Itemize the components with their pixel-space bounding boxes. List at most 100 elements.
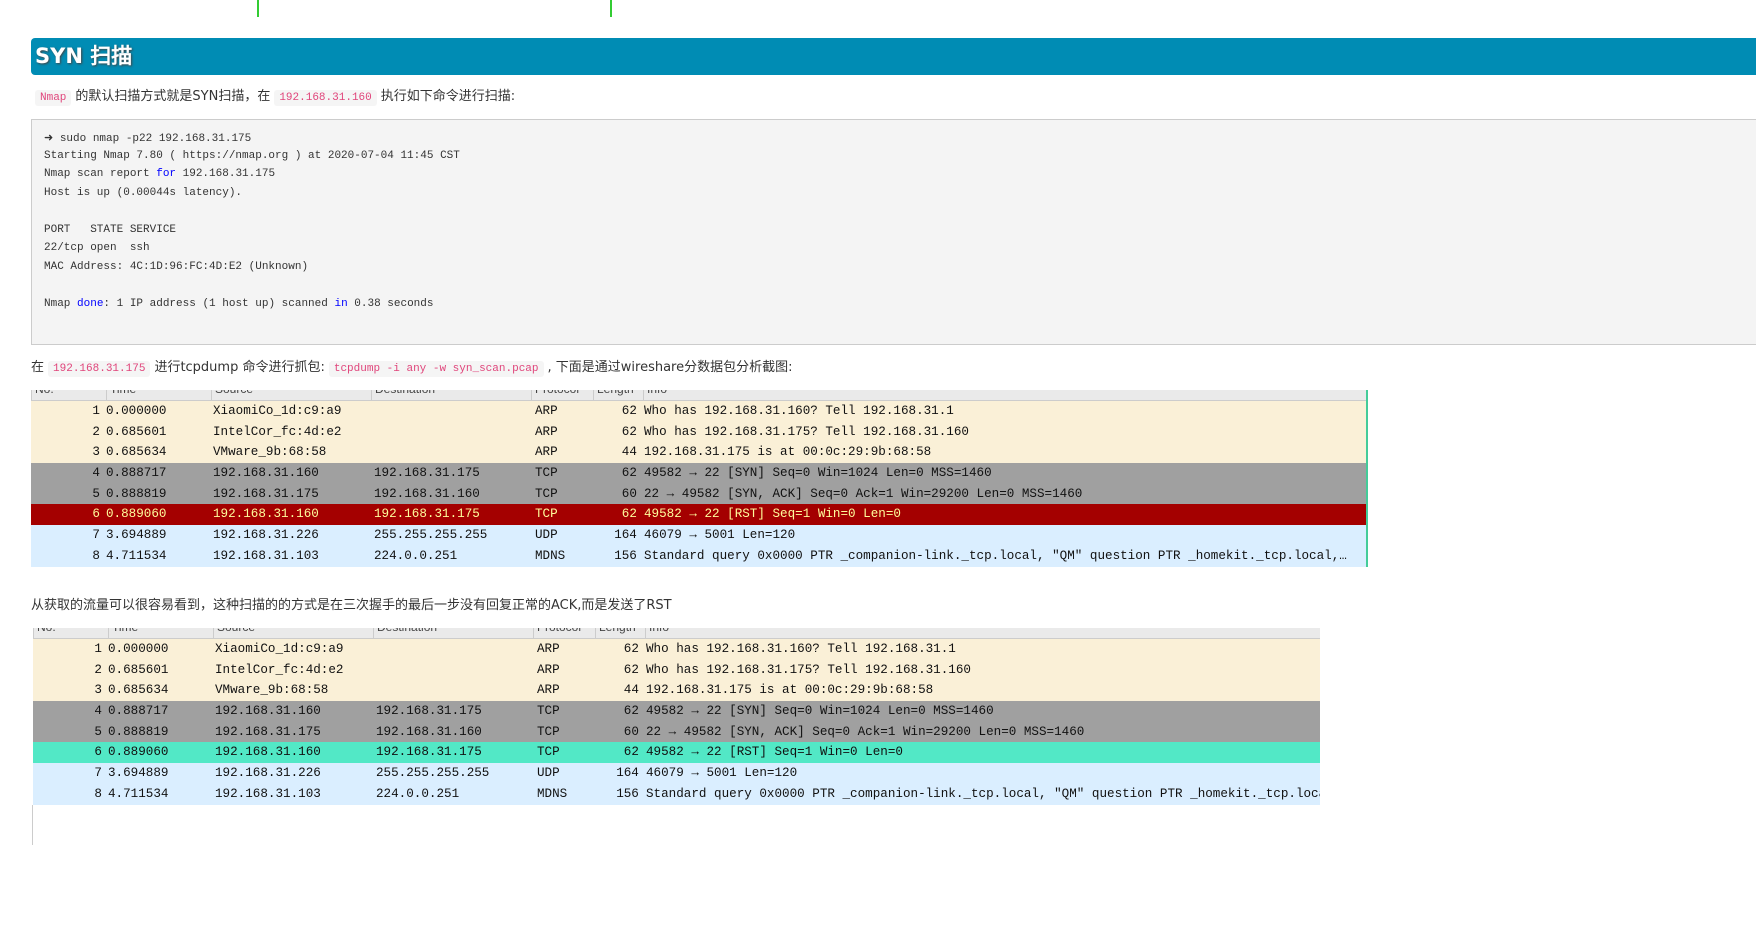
cell-src: 192.168.31.160	[213, 507, 319, 522]
cell-no: 7	[92, 528, 100, 543]
column-header[interactable]: Length	[593, 390, 634, 400]
cell-info: Who has 192.168.31.175? Tell 192.168.31.…	[644, 424, 969, 439]
packet-row[interactable]: 3 0.685634 VMware_9b:68:58 ARP 44 192.168.31.…	[33, 680, 1320, 702]
code-line: ➜ sudo nmap -p22 192.168.31.175	[44, 133, 252, 145]
cell-src: IntelCor_fc:4d:e2	[213, 424, 342, 439]
cell-info: Who has 192.168.31.160? Tell 192.168.31.…	[644, 404, 954, 418]
code-line: 22/tcp open ssh	[44, 242, 150, 254]
packet-row[interactable]: 6 0.889060 192.168.31.160 192.168.31.175 TCP…	[33, 742, 1320, 764]
packet-row[interactable]: 5 0.888819 192.168.31.175 192.168.31.160 TCP…	[31, 483, 1366, 505]
cell-src: 192.168.31.226	[213, 528, 319, 543]
code-line: MAC Address: 4C:1D:96:FC:4D:E2 (Unknown)	[44, 260, 309, 273]
cell-src: XiaomiCo_1d:c9:a9	[213, 404, 342, 418]
column-header[interactable]: Destination	[371, 390, 435, 400]
column-header[interactable]: Info	[645, 628, 669, 638]
packet-row[interactable]: 3 0.685634 VMware_9b:68:58 ARP 44 192.168.31.…	[31, 442, 1366, 464]
cell-len: 44	[623, 683, 639, 698]
text: 的默认扫描方式就是SYN扫描，在	[75, 89, 271, 104]
cell-time: 3.694889	[106, 528, 167, 543]
cell-proto: TCP	[535, 507, 558, 522]
cell-time: 0.889060	[106, 507, 167, 522]
cell-no: 3	[94, 683, 102, 698]
packet-row[interactable]: 4 0.888717 192.168.31.160 192.168.31.175 TCP…	[33, 701, 1320, 722]
cell-len: 44	[621, 445, 637, 460]
cell-src: 192.168.31.103	[213, 548, 319, 563]
inline-code: 192.168.31.160	[274, 90, 377, 106]
packet-row[interactable]: 8 4.711534 192.168.31.103 224.0.0.251 MDNS 15…	[33, 783, 1320, 805]
column-header[interactable]: No.	[31, 390, 54, 400]
cell-no: 7	[94, 766, 102, 781]
cell-time: 0.685601	[106, 424, 167, 439]
column-header[interactable]: Info	[643, 390, 667, 400]
packet-row[interactable]: 2 0.685601 IntelCor_fc:4d:e2 ARP 62 Who has 1…	[31, 421, 1366, 443]
cell-dst: 192.168.31.160	[376, 724, 482, 739]
packet-row[interactable]: 2 0.685601 IntelCor_fc:4d:e2 ARP 62 Who has 1…	[33, 659, 1320, 681]
cell-time: 0.889060	[108, 745, 169, 760]
column-header[interactable]: Source	[211, 390, 253, 400]
cell-info: Who has 192.168.31.160? Tell 192.168.31.…	[646, 642, 956, 656]
cell-no: 5	[94, 724, 102, 739]
cell-no: 6	[92, 507, 100, 522]
cell-src: 192.168.31.175	[215, 724, 321, 739]
cell-info: 49582 → 22 [SYN] Seq=0 Win=1024 Len=0 MS…	[646, 704, 994, 719]
cell-time: 0.000000	[108, 642, 169, 656]
cell-no: 8	[92, 548, 100, 563]
column-header-row: No. Time Source Destination Protocol Length In…	[31, 390, 1366, 401]
cell-src: IntelCor_fc:4d:e2	[215, 662, 344, 677]
column-header[interactable]: Protocol	[533, 628, 581, 638]
cell-src: VMware_9b:68:58	[213, 445, 327, 460]
cell-no: 4	[92, 466, 100, 481]
cell-no: 3	[92, 445, 100, 460]
cell-dst: 255.255.255.255	[376, 766, 490, 781]
cell-src: 192.168.31.226	[215, 766, 321, 781]
cell-len: 62	[623, 704, 639, 719]
cell-info: 46079 → 5001 Len=120	[646, 766, 798, 781]
packet-row[interactable]: 1 0.000000 XiaomiCo_1d:c9:a9 ARP 62 Who has 1…	[33, 639, 1320, 660]
cell-proto: TCP	[537, 745, 560, 760]
column-header[interactable]: Time	[108, 628, 138, 638]
packet-row[interactable]: 1 0.000000 XiaomiCo_1d:c9:a9 ARP 62 Who has 1…	[31, 401, 1366, 422]
column-header[interactable]: Protocol	[531, 390, 579, 400]
cell-dst: 192.168.31.175	[374, 507, 480, 522]
packet-row[interactable]: 7 3.694889 192.168.31.226 255.255.255.255 UD…	[33, 763, 1320, 784]
cell-len: 62	[621, 404, 637, 418]
cell-len: 62	[623, 662, 639, 677]
cell-time: 4.711534	[106, 548, 167, 563]
packet-row[interactable]: 6 0.889060 192.168.31.160 192.168.31.175 TCP…	[31, 504, 1366, 526]
cell-time: 0.685634	[106, 445, 167, 460]
cell-len: 62	[621, 424, 637, 439]
column-header[interactable]: Time	[106, 390, 136, 400]
cell-src: 192.168.31.103	[215, 786, 321, 801]
cell-len: 164	[616, 766, 639, 781]
column-header[interactable]: Destination	[373, 628, 437, 638]
text: 进行tcpdump 命令进行抓包:	[154, 360, 325, 375]
cell-no: 2	[92, 424, 100, 439]
column-header[interactable]: No.	[33, 628, 56, 638]
cell-info: 22 → 49582 [SYN, ACK] Seq=0 Ack=1 Win=29…	[646, 724, 1085, 739]
packet-row[interactable]: 7 3.694889 192.168.31.226 255.255.255.255 UD…	[31, 525, 1366, 546]
cell-info: Standard query 0x0000 PTR _companion-lin…	[646, 786, 1320, 801]
column-header[interactable]: Source	[213, 628, 255, 638]
cell-no: 8	[94, 786, 102, 801]
column-header-row: No. Time Source Destination Protocol Length In…	[33, 628, 1320, 639]
intro-paragraph: Nmap 的默认扫描方式就是SYN扫描，在 192.168.31.160 执行如下命令…	[31, 87, 515, 108]
divider	[32, 805, 33, 845]
packet-row[interactable]: 8 4.711534 192.168.31.103 224.0.0.251 MDNS 15…	[31, 545, 1366, 567]
cell-proto: TCP	[537, 724, 560, 739]
packet-row[interactable]: 4 0.888717 192.168.31.160 192.168.31.175 TCP…	[31, 463, 1366, 484]
cell-no: 2	[94, 662, 102, 677]
packet-row[interactable]: 5 0.888819 192.168.31.175 192.168.31.160 TCP…	[33, 721, 1320, 743]
cell-proto: ARP	[535, 424, 558, 439]
cell-proto: UDP	[537, 766, 560, 781]
green-marker	[257, 0, 259, 17]
cell-time: 0.888819	[106, 486, 167, 501]
cell-time: 0.685601	[108, 662, 169, 677]
text: 在	[31, 360, 45, 375]
code-line: Host is up (0.00044s latency).	[44, 186, 243, 199]
cell-len: 156	[616, 786, 639, 801]
column-header[interactable]: Length	[595, 628, 636, 638]
cell-proto: ARP	[537, 662, 560, 677]
cell-len: 60	[623, 724, 639, 739]
cell-info: 192.168.31.175 is at 00:0c:29:9b:68:58	[644, 445, 932, 460]
